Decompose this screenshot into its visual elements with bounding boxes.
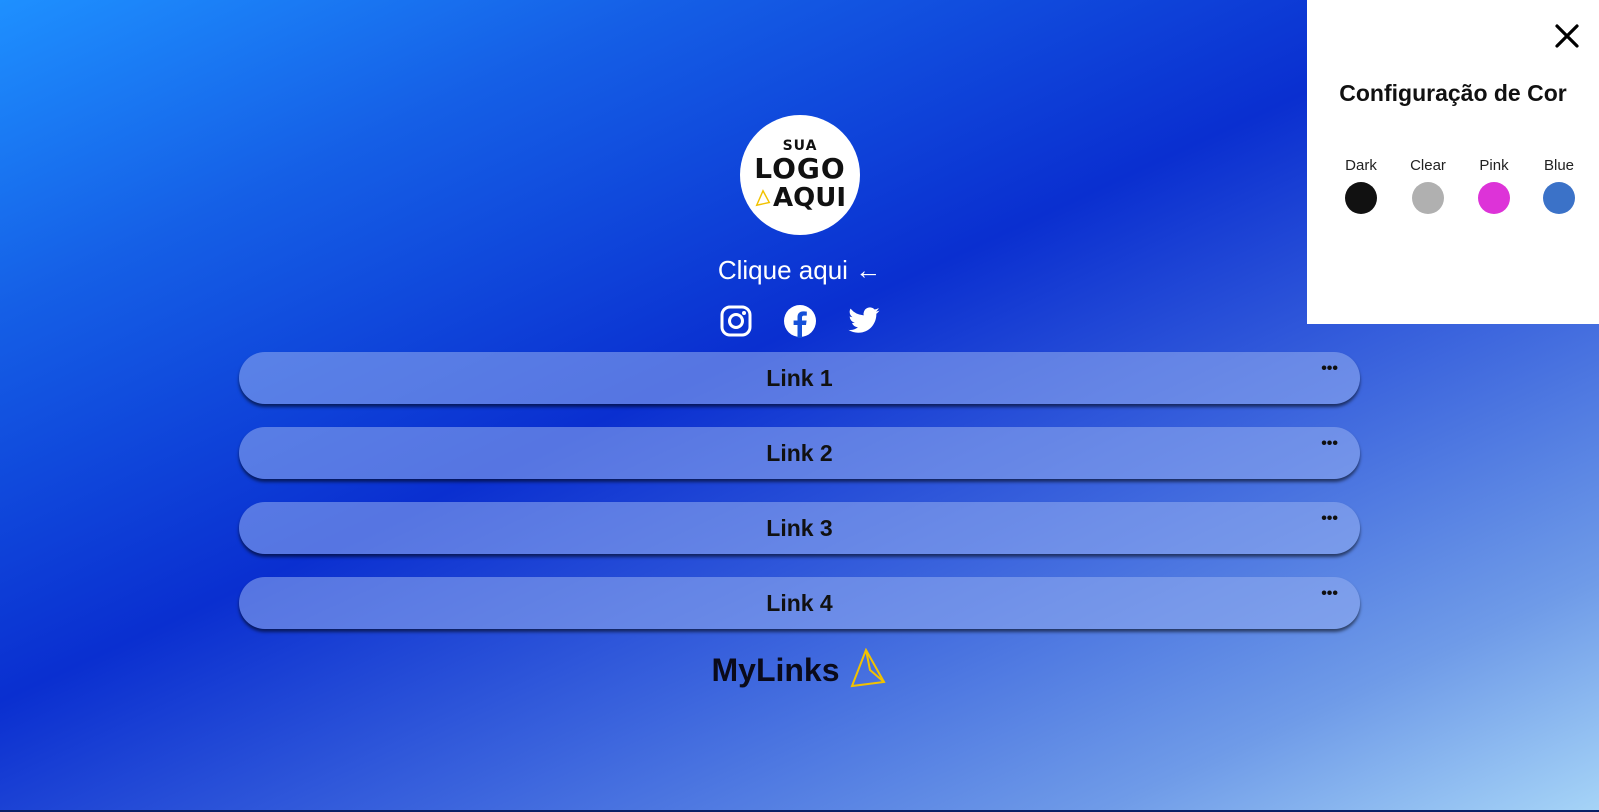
facebook-icon[interactable] [783,304,817,338]
logo-text-line3: AQUI [754,185,846,211]
logo-text-line1: SUA [782,138,818,154]
link-list: Link 1 ••• Link 2 ••• Link 3 ••• Link 4 … [239,352,1360,652]
logo-aqui: AQUI [772,183,846,213]
color-option-pink[interactable]: Pink [1464,157,1524,214]
more-options-icon[interactable]: ••• [1321,586,1338,602]
more-options-icon[interactable]: ••• [1321,361,1338,377]
color-settings-panel: Configuração de Cor Dark Clear Pink Blue [1307,0,1599,324]
color-swatch-dark[interactable] [1345,182,1377,214]
more-options-icon[interactable]: ••• [1321,511,1338,527]
more-options-icon[interactable]: ••• [1321,436,1338,452]
color-option-blue[interactable]: Blue [1529,157,1589,214]
color-option-clear[interactable]: Clear [1398,157,1458,214]
panel-title: Configuração de Cor [1339,80,1567,106]
link-label: Link 1 [766,364,833,391]
color-swatch-pink[interactable] [1478,182,1510,214]
logo-text-line2: LOGO [754,152,846,185]
brand-logo-icon [849,648,886,688]
instagram-icon[interactable] [719,304,753,338]
color-swatch-clear[interactable] [1412,182,1444,214]
twitter-icon[interactable] [847,304,881,338]
logo-avatar[interactable]: SUA LOGO AQUI [740,115,860,235]
color-option-dark[interactable]: Dark [1331,157,1391,214]
link-button-1[interactable]: Link 1 ••• [239,352,1360,404]
brand-name: MyLinks [711,651,840,688]
link-label: Link 4 [766,589,833,616]
color-option-label: Blue [1543,157,1575,174]
link-button-4[interactable]: Link 4 ••• [239,577,1360,629]
link-label: Link 2 [766,439,833,466]
link-button-2[interactable]: Link 2 ••• [239,427,1360,479]
color-option-label: Clear [1410,157,1446,174]
link-label: Link 3 [766,514,833,541]
footer-brand: MyLinks [0,648,1599,692]
color-option-label: Dark [1345,157,1377,174]
link-button-3[interactable]: Link 3 ••• [239,502,1360,554]
color-swatch-blue[interactable] [1543,182,1575,214]
close-icon[interactable] [1553,22,1581,50]
color-option-label: Pink [1479,157,1509,174]
star-icon [755,189,771,207]
